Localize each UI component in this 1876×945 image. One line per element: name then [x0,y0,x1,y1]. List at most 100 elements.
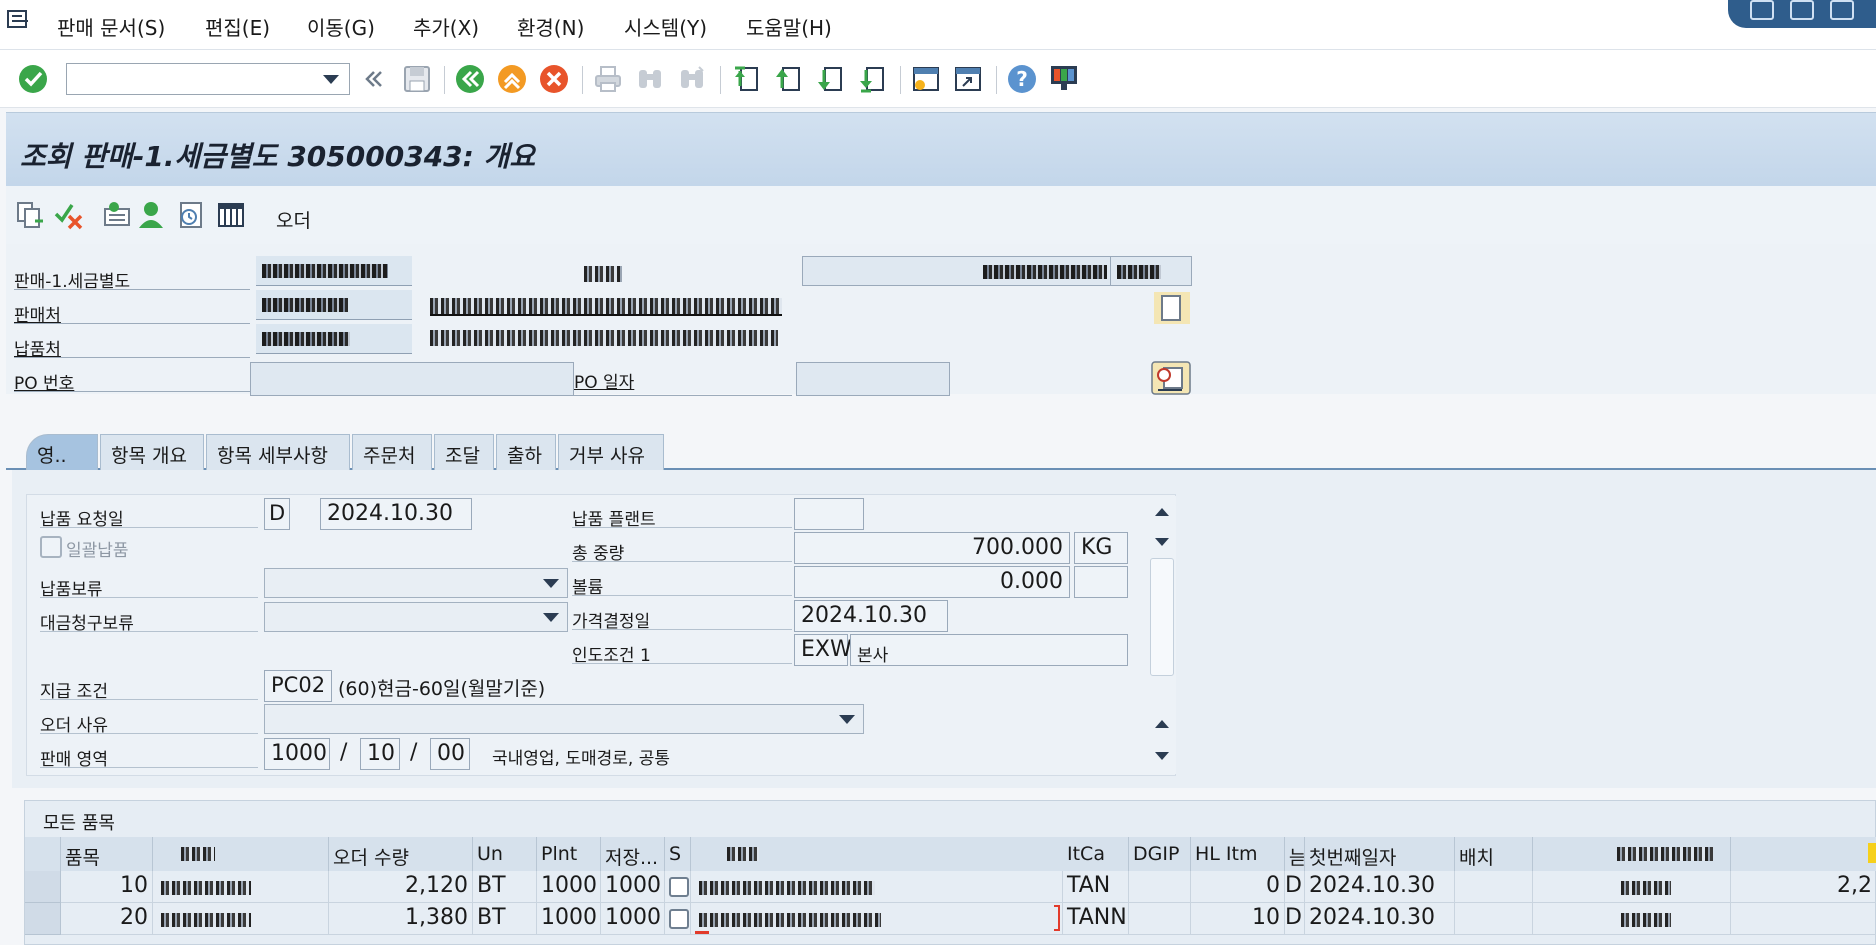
volume-unit-field[interactable] [1074,566,1128,598]
po-date-input[interactable] [796,362,950,396]
col-plant[interactable]: Plnt [537,837,601,871]
menu-icon[interactable] [6,8,32,32]
col-dgip[interactable]: DGIP [1129,837,1191,871]
cell-first-date[interactable]: 2024.10.30 [1305,903,1455,935]
last-page-icon[interactable] [855,62,889,96]
col-item-category[interactable]: ItCa [1063,837,1129,871]
incoterms-text-field[interactable]: 본사 [850,634,1128,666]
ship-to-label[interactable]: 납품처 [14,330,250,360]
chevron-down-icon[interactable] [839,715,855,724]
chevron-down-icon[interactable] [323,75,339,84]
cell-batch[interactable] [1455,903,1533,935]
cell-hl-item[interactable]: 10 [1191,903,1285,935]
cell-material[interactable] [153,903,329,935]
cell-hidden-1[interactable] [1533,903,1731,935]
cell-dgip[interactable] [1129,903,1191,935]
header-output-icon[interactable] [100,198,134,232]
sales-org-field[interactable]: 1000 [264,738,330,770]
tab-item-detail[interactable]: 항목 세부사항 [206,434,350,470]
cell-storage-loc[interactable]: 1000 [601,871,665,903]
total-weight-field[interactable]: 700.000 [794,532,1070,564]
tab-reason-for-rejection[interactable]: 거부 사유 [558,434,664,470]
close-icon[interactable] [1830,0,1854,20]
row-selector[interactable] [25,871,61,903]
menu-extras[interactable]: 추가(X) [413,12,479,41]
weight-unit-field[interactable]: KG [1074,532,1128,564]
col-hl-item[interactable]: HL Itm [1191,837,1285,871]
po-number-label[interactable]: PO 번호 [14,364,250,394]
minimize-icon[interactable] [1750,0,1774,20]
partner-icon[interactable] [134,198,168,232]
cell-flag[interactable]: D [1285,903,1305,935]
col-hidden-2[interactable] [1731,837,1876,871]
po-date-label[interactable]: PO 일자 [574,368,792,396]
delivery-plant-field[interactable] [794,498,864,530]
display-header-details-icon[interactable] [174,198,208,232]
document-icon[interactable] [1152,290,1192,326]
tab-shipping[interactable]: 출하 [496,434,556,470]
col-material[interactable] [153,837,329,871]
exit-icon[interactable] [495,62,529,96]
incoterms-code-field[interactable]: EXW [794,634,852,666]
col-storage-loc[interactable]: 저장... [601,837,665,871]
order-button-label[interactable]: 오더 [276,206,311,233]
vertical-scrollbar[interactable] [1148,496,1176,774]
scroll-up-icon[interactable] [1155,508,1169,516]
new-session-icon[interactable] [909,62,943,96]
cell-order-qty[interactable]: 2,120 [329,871,473,903]
next-page-icon[interactable] [813,62,847,96]
billing-block-dropdown[interactable] [264,602,568,632]
dist-channel-field[interactable]: 10 [360,738,400,770]
col-description[interactable] [691,837,1087,871]
tab-sales[interactable]: 영.. [26,434,98,470]
previous-page-icon[interactable] [771,62,805,96]
menu-sales-document[interactable]: 판매 문서(S) [57,12,165,41]
scroll-down-icon[interactable] [1155,538,1169,546]
scroll-thumb[interactable] [1150,558,1174,676]
chevron-down-icon[interactable] [543,613,559,622]
display-document-flow-icon[interactable] [14,198,48,232]
col-order-qty[interactable]: 오더 수량 [329,837,473,871]
command-field[interactable] [66,63,350,95]
cell-unit[interactable]: BT [473,871,537,903]
help-icon[interactable]: ? [1005,62,1039,96]
sold-to-label[interactable]: 판매처 [14,296,250,326]
maximize-icon[interactable] [1790,0,1814,20]
tab-item-overview[interactable]: 항목 개요 [100,434,204,470]
double-left-arrow-icon[interactable] [357,62,391,96]
pricing-date-field[interactable]: 2024.10.30 [794,600,948,632]
first-page-icon[interactable] [729,62,763,96]
cell-storage-loc[interactable]: 1000 [601,903,665,935]
division-field[interactable]: 00 [430,738,470,770]
menu-edit[interactable]: 편집(E) [205,12,270,41]
back-icon[interactable] [453,62,487,96]
find-next-icon[interactable] [675,62,709,96]
cell-hidden-2[interactable] [1731,903,1876,935]
volume-field[interactable]: 0.000 [794,566,1070,598]
cell-plant[interactable]: 1000 [537,903,601,935]
col-item[interactable]: 품목 [61,837,153,871]
delivery-block-dropdown[interactable] [264,568,568,598]
select-all-column[interactable] [25,837,61,871]
menu-environment[interactable]: 환경(N) [517,12,584,41]
menu-system[interactable]: 시스템(Y) [624,12,707,41]
cell-material[interactable] [153,871,329,903]
order-reason-dropdown[interactable] [264,704,864,734]
req-delivery-date-field[interactable]: 2024.10.30 [320,498,472,530]
check-cancel-icon[interactable] [52,198,86,232]
cell-unit[interactable]: BT [473,903,537,935]
col-status[interactable]: S [665,837,691,871]
col-batch[interactable]: 배치 [1455,837,1533,871]
cell-first-date[interactable]: 2024.10.30 [1305,871,1455,903]
cancel-icon[interactable] [537,62,571,96]
tab-procurement[interactable]: 조달 [434,434,494,470]
customer-search-icon[interactable] [1150,360,1192,396]
item-checkbox[interactable] [669,877,689,897]
layout-menu-icon[interactable] [1047,62,1081,96]
item-checkbox[interactable] [669,909,689,929]
save-icon[interactable] [400,62,434,96]
cell-hl-item[interactable]: 0 [1191,871,1285,903]
col-flag[interactable]: 늗 [1285,837,1305,871]
cell-item[interactable]: 10 [61,871,153,903]
cell-flag[interactable]: D [1285,871,1305,903]
